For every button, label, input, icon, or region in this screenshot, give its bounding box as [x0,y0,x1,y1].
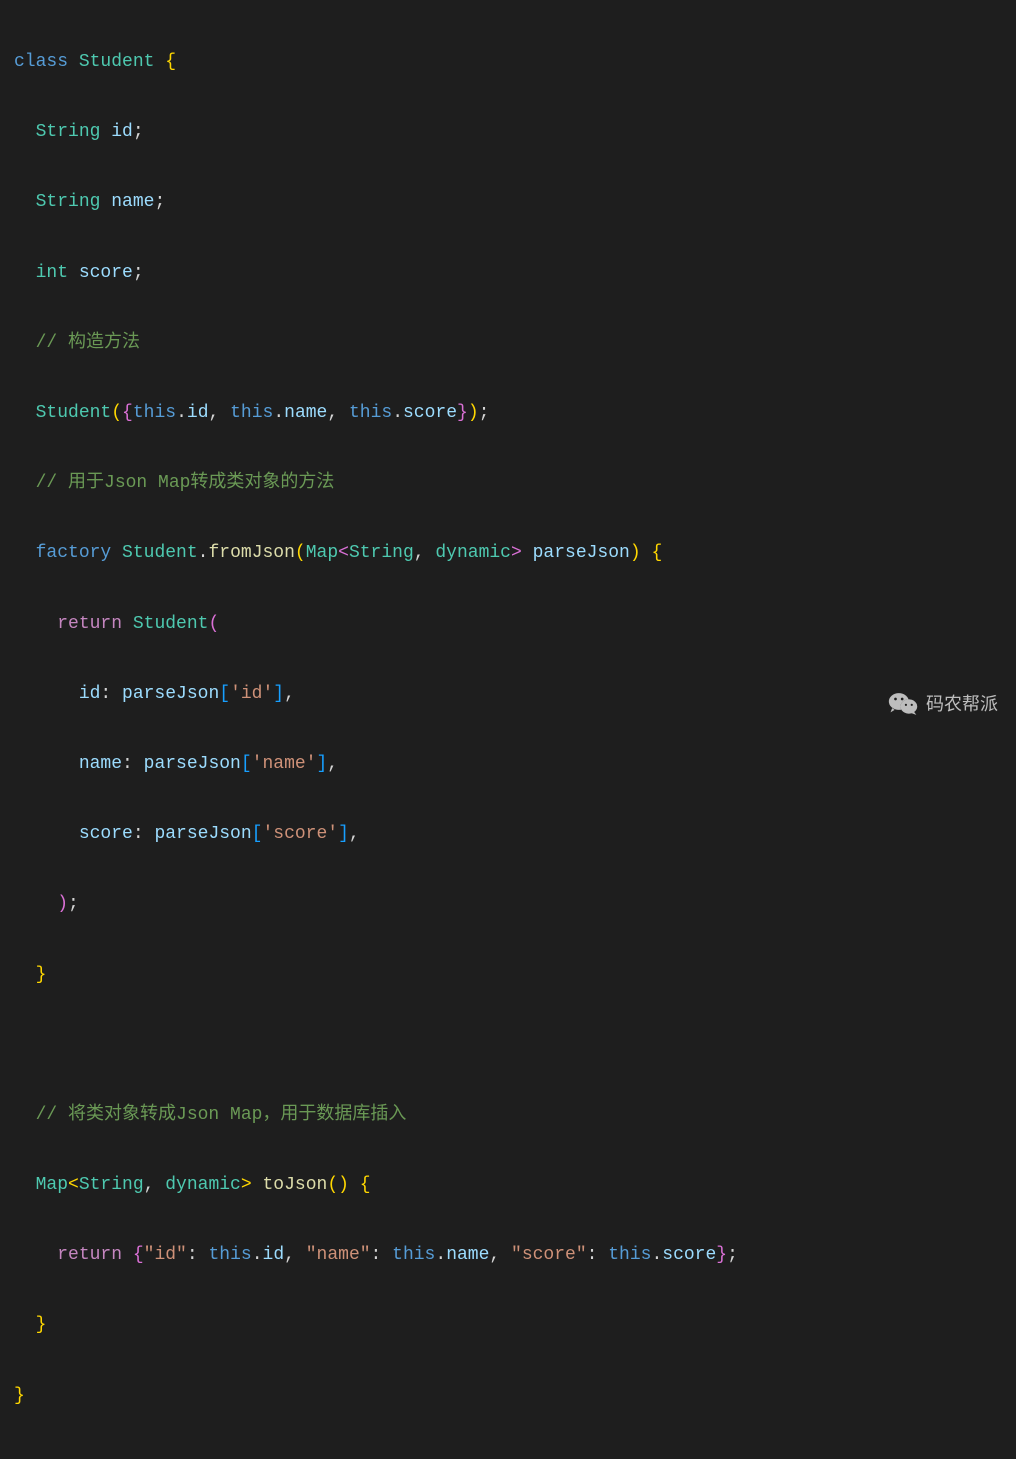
method-name: toJson [263,1175,328,1195]
code-line: factory Student.fromJson(Map<String, dyn… [14,536,1002,571]
code-line: } [14,1308,1002,1343]
watermark-text: 码农帮派 [926,687,998,722]
code-line: class Student { [14,45,1002,80]
keyword-class: class [14,52,68,72]
comment: // 构造方法 [36,333,140,353]
watermark: 码农帮派 [888,687,998,722]
brace: { [165,52,176,72]
code-line: Map<String, dynamic> toJson() { [14,1168,1002,1203]
identifier: name [111,192,154,212]
identifier: score [79,263,133,283]
code-line: } [14,1379,1002,1414]
code-line: String name; [14,185,1002,220]
code-line: String id; [14,115,1002,150]
method-name: fromJson [208,543,294,563]
wechat-icon [888,691,918,717]
code-line: } [14,958,1002,993]
keyword-factory: factory [36,543,112,563]
type: String [36,192,101,212]
code-editor[interactable]: class Student { String id; String name; … [0,0,1016,1459]
comment: // 用于Json Map转成类对象的方法 [36,473,335,493]
code-line: ); [14,887,1002,922]
keyword-return: return [57,614,122,634]
code-line: Student({this.id, this.name, this.score}… [14,396,1002,431]
code-line: score: parseJson['score'], [14,817,1002,852]
code-line: name: parseJson['name'], [14,747,1002,782]
code-line: // 将类对象转成Json Map，用于数据库插入 [14,1098,1002,1133]
code-line: return Student( [14,607,1002,642]
keyword-return: return [57,1245,122,1265]
code-line: // 构造方法 [14,326,1002,361]
code-line: id: parseJson['id'], [14,677,1002,712]
type: int [36,263,68,283]
comment: // 将类对象转成Json Map，用于数据库插入 [36,1105,407,1125]
code-line: return {"id": this.id, "name": this.name… [14,1238,1002,1273]
code-line [14,1028,1002,1063]
constructor: Student [36,403,112,423]
type: String [36,122,101,142]
code-line: int score; [14,256,1002,291]
identifier: id [111,122,133,142]
class-name: Student [79,52,155,72]
code-line: // 用于Json Map转成类对象的方法 [14,466,1002,501]
